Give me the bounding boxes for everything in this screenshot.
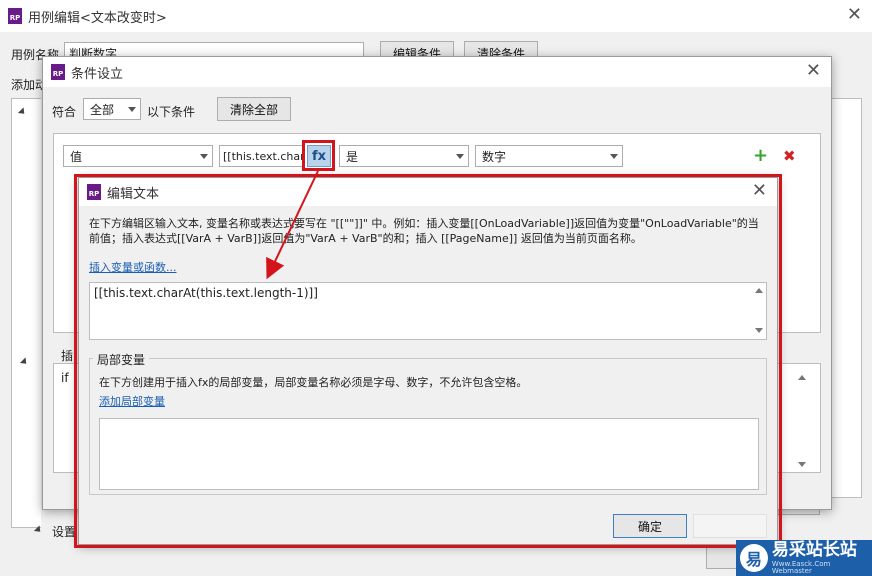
rp-logo-icon: RP — [51, 64, 65, 80]
target-select[interactable]: 数字 — [475, 145, 623, 167]
match-label: 符合 — [52, 105, 77, 119]
edit-text-highlight — [74, 174, 782, 548]
insert-label: 插 — [61, 349, 74, 363]
scroll-up-icon[interactable] — [798, 375, 806, 380]
chevron-down-icon — [456, 154, 464, 159]
if-label: if — [61, 371, 69, 385]
site-watermark: 易 易采站长站 Www.Easck.Com Webmaster — [736, 540, 872, 576]
condition-dialog-title: 条件设立 — [71, 66, 124, 82]
operator-value: 是 — [346, 149, 359, 164]
scroll-down-icon[interactable] — [798, 462, 806, 467]
rp-logo-icon: RP — [8, 8, 22, 24]
match-select[interactable]: 全部 — [83, 98, 141, 120]
case-editor-close-icon[interactable]: ✕ — [847, 5, 862, 25]
case-editor-titlebar: RP 用例编辑<文本改变时> ✕ — [0, 0, 872, 32]
match-suffix-label: 以下条件 — [147, 105, 196, 119]
clear-all-button[interactable]: 清除全部 — [217, 97, 291, 121]
chevron-down-icon — [610, 154, 618, 159]
value-type-value: 值 — [70, 149, 83, 164]
watermark-main-text: 易采站长站 — [771, 539, 857, 560]
case-editor-title: 用例编辑<文本改变时> — [28, 10, 167, 26]
watermark-logo-icon: 易 — [740, 544, 768, 572]
watermark-text: 易采站长站 Www.Easck.Com Webmaster — [771, 539, 872, 575]
chevron-down-icon — [128, 107, 136, 112]
fx-button-highlight — [302, 140, 335, 171]
add-condition-icon[interactable]: + — [753, 147, 768, 165]
target-value: 数字 — [482, 149, 507, 164]
expression-input-value: [[this.text.charAt — [223, 149, 302, 163]
condition-dialog-titlebar: RP 条件设立 ✕ — [43, 57, 831, 87]
right-panel — [830, 98, 862, 498]
watermark-sub-text: Www.Easck.Com Webmaster — [771, 559, 831, 575]
expression-input[interactable]: [[this.text.charAt — [219, 145, 303, 167]
match-select-value: 全部 — [90, 102, 115, 117]
condition-dialog-close-icon[interactable]: ✕ — [806, 61, 821, 81]
operator-select[interactable]: 是 — [339, 145, 469, 167]
value-type-select[interactable]: 值 — [63, 145, 213, 167]
settings-label: 设置 — [52, 525, 77, 539]
delete-condition-icon[interactable]: ✖ — [783, 148, 796, 164]
chevron-down-icon — [200, 154, 208, 159]
action-tree-panel — [11, 98, 41, 528]
